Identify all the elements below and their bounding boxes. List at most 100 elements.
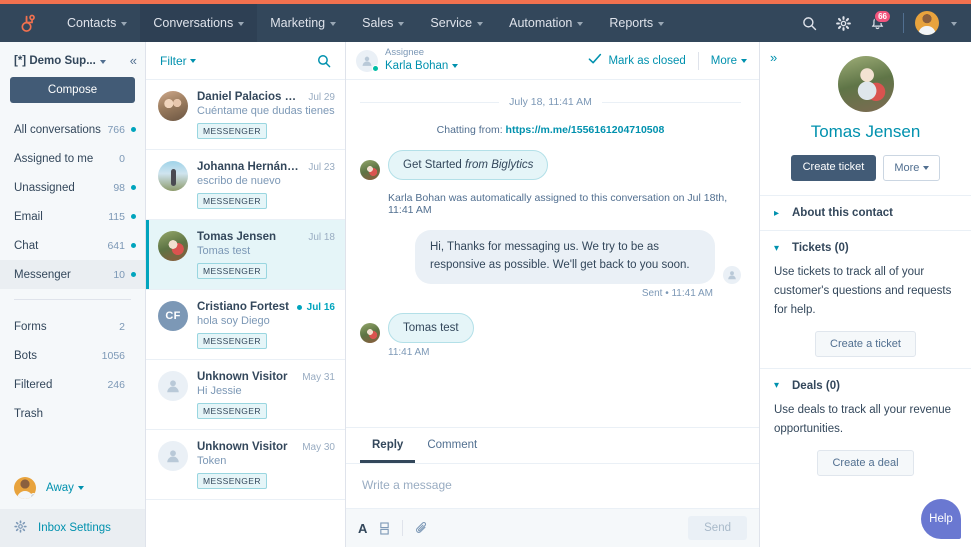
search-icon[interactable] — [794, 8, 824, 38]
tab-reply[interactable]: Reply — [360, 428, 415, 463]
contact-name: Daniel Palacios Godoy — [197, 91, 303, 103]
message-status: Sent • 11:41 AM — [360, 288, 713, 299]
conversation-list-item[interactable]: Johanna Hernández Jul 23 escribo de nuev… — [146, 150, 345, 220]
compose-button[interactable]: Compose — [10, 77, 135, 103]
search-icon[interactable] — [317, 54, 331, 68]
sidebar-item-label: Forms — [14, 321, 119, 333]
create-a-deal-button[interactable]: Create a deal — [817, 450, 913, 476]
sidebar-item-chat[interactable]: Chat 641 — [0, 231, 145, 260]
contact-more-button[interactable]: More — [883, 155, 940, 181]
agent-status-selector[interactable]: Away — [0, 469, 145, 509]
sidebar-item-all-conversations[interactable]: All conversations 766 — [0, 115, 145, 144]
conversation-list-header: Filter — [146, 42, 345, 80]
conversation-list-item[interactable]: CF Cristiano Fortest Jul 16 hola soy Die… — [146, 290, 345, 360]
nav-item-label: Service — [430, 16, 472, 30]
sidebar-item-messenger[interactable]: Messenger 10 — [0, 260, 145, 289]
chevron-double-right-icon[interactable]: » — [770, 51, 777, 64]
mark-as-closed-button[interactable]: Mark as closed — [588, 53, 697, 68]
section-header[interactable]: ▸ About this contact — [774, 207, 957, 219]
message-preview: Cuéntame que dudas tienes — [197, 105, 335, 117]
section-title: About this contact — [792, 207, 893, 219]
nav-item-label: Sales — [362, 16, 393, 30]
sidebar-item-trash[interactable]: Trash — [0, 399, 145, 428]
contact-name: Tomas Jensen — [197, 231, 303, 243]
contact-name[interactable]: Tomas Jensen — [774, 122, 957, 142]
help-button[interactable]: Help — [921, 499, 961, 539]
separator-line — [602, 102, 741, 103]
chatting-from-link[interactable]: https://m.me/1556161204710508 — [506, 124, 665, 136]
assignee-name-text: Karla Bohan — [385, 59, 448, 73]
create-a-ticket-button[interactable]: Create a ticket — [815, 331, 916, 357]
system-message: Karla Bohan was automatically assigned t… — [388, 192, 741, 216]
message-bubble: Get Started from Biglytics — [388, 150, 548, 180]
assignee-value: Karla Bohan — [385, 59, 458, 73]
agent-status: Away — [46, 482, 84, 494]
conversation-date: May 30 — [302, 442, 335, 453]
separator-line — [360, 102, 499, 103]
hubspot-logo-icon[interactable] — [0, 4, 54, 42]
avatar — [838, 56, 894, 112]
thread-more-button[interactable]: More — [699, 55, 747, 67]
chevron-down-icon — [658, 22, 664, 26]
unread-dot — [131, 185, 136, 190]
gear-icon[interactable] — [828, 8, 858, 38]
font-format-icon[interactable]: A — [358, 521, 367, 536]
sidebar-item-assigned-to-me[interactable]: Assigned to me 0 — [0, 144, 145, 173]
mark-as-closed-label: Mark as closed — [608, 55, 685, 67]
message-preview: Hi Jessie — [197, 385, 335, 397]
avatar-initials: CF — [158, 301, 188, 331]
conversation-list-item-selected[interactable]: Tomas Jensen Jul 18 Tomas test MESSENGER — [146, 220, 345, 290]
section-deals: ▾ Deals (0) Use deals to track all your … — [760, 368, 971, 487]
conversation-list-item[interactable]: Unknown Visitor May 31 Hi Jessie MESSENG… — [146, 360, 345, 430]
nav-item-automation[interactable]: Automation — [496, 4, 596, 42]
conversation-top-row: Cristiano Fortest Jul 16 — [197, 301, 335, 313]
contact-name: Unknown Visitor — [197, 441, 297, 453]
nav-item-conversations[interactable]: Conversations — [140, 4, 257, 42]
send-button[interactable]: Send — [688, 516, 747, 540]
gear-icon — [14, 520, 27, 536]
contact-details-panel: » Tomas Jensen Create ticket More ▸ Abou… — [760, 42, 971, 547]
sidebar-item-label: Filtered — [14, 379, 107, 391]
assignee-field-label: Assignee — [385, 47, 458, 59]
filter-dropdown[interactable]: Filter — [160, 54, 196, 68]
sidebar-item-filtered[interactable]: Filtered 246 — [0, 370, 145, 399]
create-ticket-button[interactable]: Create ticket — [791, 155, 877, 181]
sidebar-item-email[interactable]: Email 115 — [0, 202, 145, 231]
sidebar-item-unassigned[interactable]: Unassigned 98 — [0, 173, 145, 202]
chevron-down-icon[interactable] — [951, 22, 957, 26]
paperclip-icon[interactable] — [415, 521, 429, 535]
unread-dot — [297, 305, 302, 310]
sidebar-item-label: Unassigned — [14, 182, 113, 194]
message-thread[interactable]: July 18, 11:41 AM Chatting from: https:/… — [346, 80, 759, 427]
chevron-double-left-icon[interactable]: « — [130, 54, 137, 67]
user-avatar[interactable] — [915, 11, 939, 35]
inbox-settings-link[interactable]: Inbox Settings — [0, 509, 145, 547]
section-header[interactable]: ▾ Tickets (0) — [774, 242, 957, 254]
assignee-selector[interactable]: Assignee Karla Bohan — [356, 47, 458, 73]
nav-item-service[interactable]: Service — [417, 4, 496, 42]
conversation-list-item[interactable]: Unknown Visitor May 30 Token MESSENGER — [146, 430, 345, 500]
channel-badge: MESSENGER — [197, 333, 267, 349]
chevron-down-icon — [121, 22, 127, 26]
conversation-list-item[interactable]: Daniel Palacios Godoy Jul 29 Cuéntame qu… — [146, 80, 345, 150]
nav-item-reports[interactable]: Reports — [596, 4, 677, 42]
insert-snippet-icon[interactable] — [379, 522, 390, 535]
filter-label: Filter — [160, 54, 187, 68]
conversation-list[interactable]: Daniel Palacios Godoy Jul 29 Cuéntame qu… — [146, 80, 345, 547]
sidebar-item-label: Trash — [14, 408, 125, 420]
sidebar-item-forms[interactable]: Forms 2 — [0, 312, 145, 341]
sidebar-item-label: Chat — [14, 240, 107, 252]
nav-item-marketing[interactable]: Marketing — [257, 4, 349, 42]
section-header[interactable]: ▾ Deals (0) — [774, 380, 957, 392]
sidebar-item-bots[interactable]: Bots 1056 — [0, 341, 145, 370]
nav-item-contacts[interactable]: Contacts — [54, 4, 140, 42]
inbox-selector[interactable]: [*] Demo Sup... « — [0, 42, 145, 73]
tab-comment[interactable]: Comment — [415, 428, 489, 463]
nav-item-sales[interactable]: Sales — [349, 4, 417, 42]
message-incoming: Tomas test — [360, 313, 741, 343]
bell-icon[interactable]: 66 — [862, 8, 892, 38]
message-input[interactable]: Write a message — [346, 464, 759, 508]
conversation-summary: Unknown Visitor May 31 Hi Jessie MESSENG… — [197, 371, 335, 419]
conversation-top-row: Unknown Visitor May 30 — [197, 441, 335, 453]
assignee-avatar — [356, 50, 378, 72]
